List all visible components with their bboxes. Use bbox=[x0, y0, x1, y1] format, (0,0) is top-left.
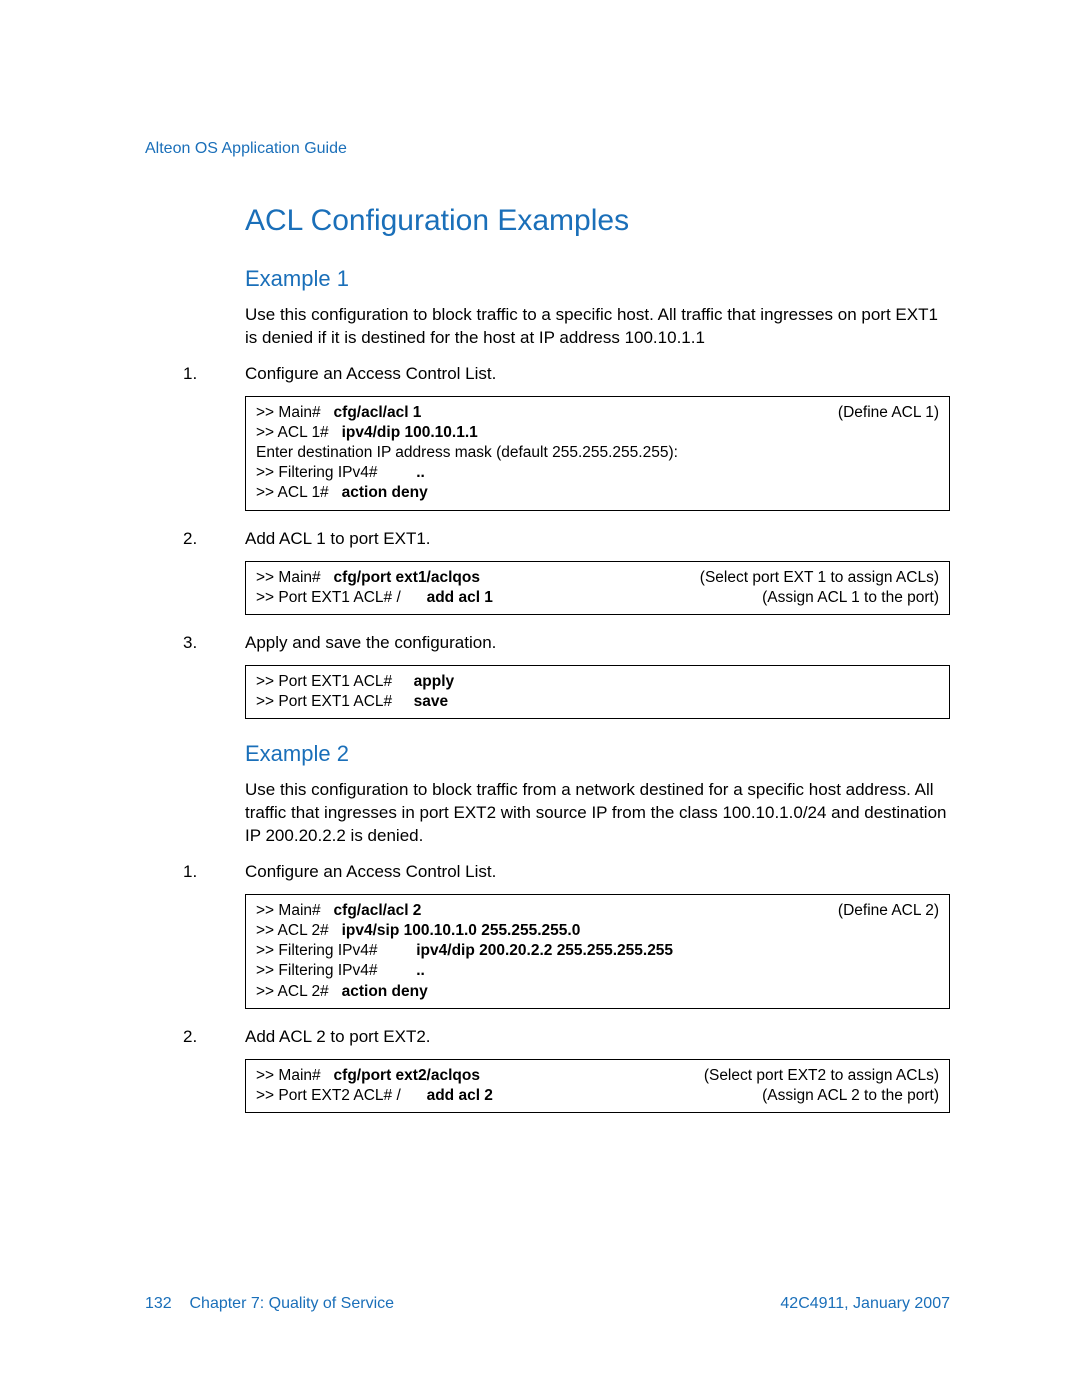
step-text: Configure an Access Control List. bbox=[245, 862, 950, 882]
example1-step1: 1. Configure an Access Control List. bbox=[145, 364, 950, 384]
step-number: 2. bbox=[145, 529, 245, 549]
step-number: 3. bbox=[145, 633, 245, 653]
page-footer: 132 Chapter 7: Quality of Service 42C491… bbox=[145, 1295, 950, 1313]
step-text: Configure an Access Control List. bbox=[245, 364, 950, 384]
heading-example-2: Example 2 bbox=[245, 741, 950, 767]
step-text: Apply and save the configuration. bbox=[245, 633, 950, 653]
running-header: Alteon OS Application Guide bbox=[145, 140, 950, 158]
example2-step2: 2. Add ACL 2 to port EXT2. bbox=[145, 1027, 950, 1047]
footer-right: 42C4911, January 2007 bbox=[780, 1295, 950, 1313]
example1-intro: Use this configuration to block traffic … bbox=[245, 304, 950, 350]
step-number: 1. bbox=[145, 862, 245, 882]
example1-step3: 3. Apply and save the configuration. bbox=[145, 633, 950, 653]
step-number: 2. bbox=[145, 1027, 245, 1047]
example1-code3: >> Port EXT1 ACL# apply >> Port EXT1 ACL… bbox=[245, 665, 950, 719]
heading-example-1: Example 1 bbox=[245, 266, 950, 292]
content-area: ACL Configuration Examples Example 1 Use… bbox=[145, 204, 950, 1113]
page-number: 132 bbox=[145, 1295, 172, 1312]
example1-code1: >> Main# cfg/acl/acl 1 (Define ACL 1) >>… bbox=[245, 396, 950, 511]
page: Alteon OS Application Guide ACL Configur… bbox=[0, 0, 1080, 1397]
chapter-label: Chapter 7: Quality of Service bbox=[189, 1295, 394, 1312]
step-number: 1. bbox=[145, 364, 245, 384]
example2-step1: 1. Configure an Access Control List. bbox=[145, 862, 950, 882]
example2-code1: >> Main# cfg/acl/acl 2 (Define ACL 2) >>… bbox=[245, 894, 950, 1009]
example2-code2: >> Main# cfg/port ext2/aclqos (Select po… bbox=[245, 1059, 950, 1113]
step-text: Add ACL 1 to port EXT1. bbox=[245, 529, 950, 549]
example1-code2: >> Main# cfg/port ext1/aclqos (Select po… bbox=[245, 561, 950, 615]
example2-intro: Use this configuration to block traffic … bbox=[245, 779, 950, 848]
heading-acl-config: ACL Configuration Examples bbox=[245, 204, 950, 238]
step-text: Add ACL 2 to port EXT2. bbox=[245, 1027, 950, 1047]
footer-left: 132 Chapter 7: Quality of Service bbox=[145, 1295, 394, 1313]
example1-step2: 2. Add ACL 1 to port EXT1. bbox=[145, 529, 950, 549]
